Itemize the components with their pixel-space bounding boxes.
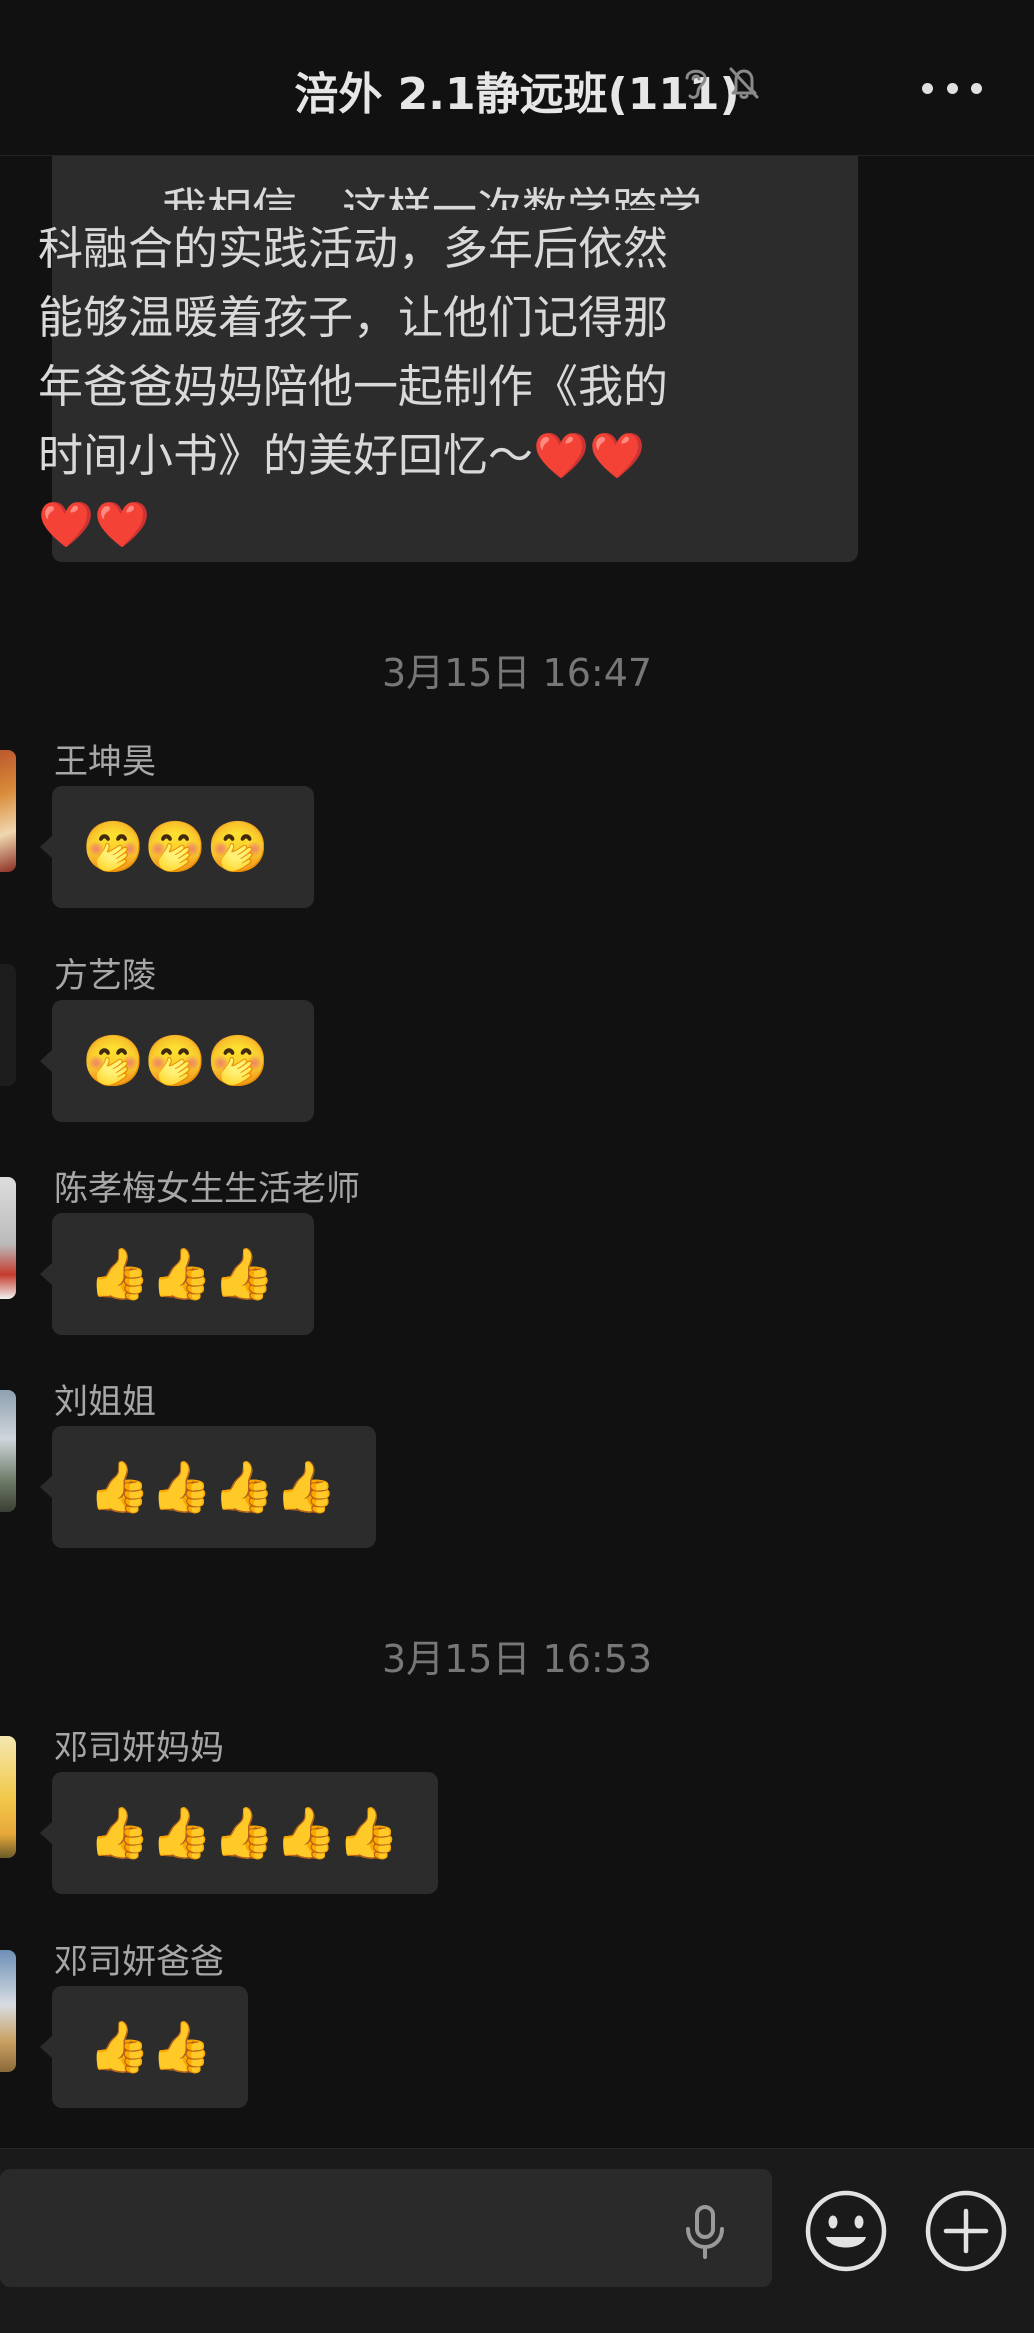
bubble-tail [40,1049,53,1073]
message-row: 刘姐姐 👍👍👍👍 [0,1370,1034,1550]
message-emojis: 🤭🤭🤭 [82,818,269,876]
message-bubble[interactable]: 🤭🤭🤭 [52,786,314,908]
plus-circle-icon [925,2190,1007,2272]
avatar[interactable] [0,1390,16,1512]
header-status-icons [678,62,764,102]
avatar[interactable] [0,750,16,872]
message-row: 邓司妍爸爸 👍👍 [0,1930,1034,2110]
message-bubble[interactable]: 👍👍👍 [52,1213,314,1335]
sender-name: 邓司妍爸爸 [54,1942,224,1982]
message-line: 能够温暖着孩子，让他们记得那 [38,291,669,344]
message-line: 时间小书》的美好回忆～❤️❤️ [38,429,646,482]
sender-name: 邓司妍妈妈 [54,1728,224,1768]
more-dots-icon [922,82,933,94]
more-actions-button[interactable] [924,2189,1008,2277]
bubble-tail [40,835,53,859]
message-bubble[interactable]: 🤭🤭🤭 [52,1000,314,1122]
microphone-icon [686,2205,724,2259]
timestamp: 3月15日 16:47 [381,651,653,695]
message-bubble[interactable]: 👍👍👍👍👍 [52,1772,438,1894]
message-line: 年爸爸妈妈陪他一起制作《我的 [38,360,669,413]
message-line: 科融合的实践活动，多年后依然 [38,222,669,275]
bubble-tail [40,1475,53,1499]
voice-input-button[interactable] [680,2204,730,2264]
message-row: 方艺陵 🤭🤭🤭 [0,944,1034,1124]
more-dot [946,82,958,94]
message-bubble[interactable]: 👍👍👍👍 [52,1426,376,1548]
message-emojis: 👍👍 [88,2018,213,2076]
message-text: 我相信，这样一次数学跨学科融合的实践活动，多年后依然 能够温暖着孩子，让他们记得那… [38,140,702,697]
more-dot [971,82,982,94]
message-row: 邓司妍妈妈 👍👍👍👍👍 [0,1716,1034,1896]
chat-header: 涪外 2.1静远班(111) [0,0,1034,156]
emoji-face-icon [805,2190,887,2272]
message-line: ❤️❤️ [38,498,151,551]
message-emojis: 🤭🤭🤭 [82,1032,269,1090]
sender-name: 刘姐姐 [54,1382,156,1422]
avatar[interactable] [0,1177,16,1299]
avatar[interactable] [0,1950,16,2072]
mute-bell-icon [724,62,764,102]
message-emojis: 👍👍👍👍👍 [88,1804,400,1862]
input-bar [0,2148,1034,2333]
chat-title[interactable]: 涪外 2.1静远班(111) [0,58,1034,122]
ear-icon [678,62,714,102]
emoji-button[interactable] [804,2189,888,2277]
timestamp: 3月15日 16:53 [381,1637,653,1681]
message-input[interactable] [0,2169,772,2287]
sender-name: 陈孝梅女生生活老师 [54,1169,360,1209]
sender-name: 方艺陵 [54,956,156,996]
message-emojis: 👍👍👍👍 [88,1458,338,1516]
message-emojis: 👍👍👍 [88,1245,275,1303]
chat-area[interactable]: 我相信，这样一次数学跨学科融合的实践活动，多年后依然 能够温暖着孩子，让他们记得那… [0,0,1034,2148]
message-bubble[interactable]: 👍👍 [52,1986,248,2108]
sender-name: 王坤昊 [54,742,156,782]
bubble-tail [40,1821,53,1845]
message-row: 陈孝梅女生生活老师 👍👍👍 [0,1157,1034,1337]
bubble-tail [40,2035,53,2059]
message-row: 王坤昊 🤭🤭🤭 [0,730,1034,910]
avatar[interactable] [0,1736,16,1858]
message-line-clipped: 我相信，这样一次数学跨学 [162,183,703,210]
avatar[interactable] [0,964,16,1086]
more-options-button[interactable] [922,68,982,108]
bubble-tail [40,1262,53,1286]
